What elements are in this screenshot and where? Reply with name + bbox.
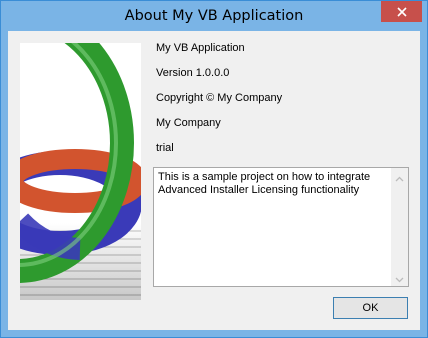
copyright-text: Copyright © My Company <box>156 92 283 104</box>
logo-image <box>20 43 141 300</box>
license-type: trial <box>156 142 174 154</box>
window-title: About My VB Application <box>124 8 304 24</box>
chevron-up-icon <box>395 167 404 186</box>
scroll-down-button[interactable] <box>391 269 408 286</box>
about-dialog-window: About My VB Application My VB Applicatio… <box>0 0 428 338</box>
chevron-down-icon <box>395 268 404 287</box>
description-textbox[interactable]: This is a sample project on how to integ… <box>153 167 409 287</box>
close-icon <box>396 6 407 17</box>
description-text: This is a sample project on how to integ… <box>158 171 371 196</box>
close-button[interactable] <box>381 1 422 22</box>
product-name: My VB Application <box>156 42 245 54</box>
company-name: My Company <box>156 117 221 129</box>
version-text: Version 1.0.0.0 <box>156 67 230 79</box>
dialog-content: My VB Application Version 1.0.0.0 Copyri… <box>8 31 420 330</box>
scroll-up-button[interactable] <box>391 168 408 185</box>
ok-button[interactable]: OK <box>333 297 408 319</box>
description-scrollbar[interactable] <box>391 168 408 286</box>
title-bar[interactable]: About My VB Application <box>1 1 427 31</box>
